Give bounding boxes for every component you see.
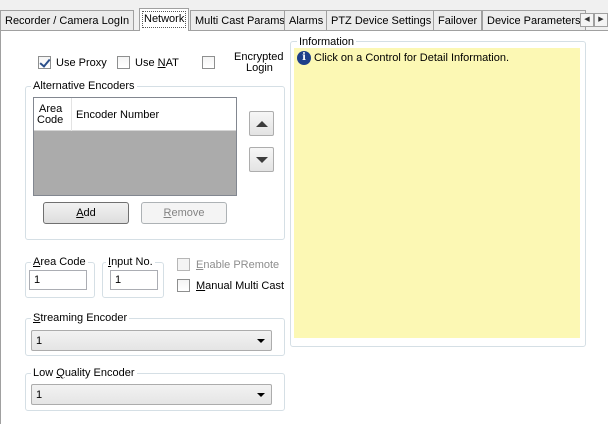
tab-ptz-device-settings[interactable]: PTZ Device Settings (326, 10, 437, 30)
chevron-right-icon: ▶ (598, 16, 604, 23)
input-no-legend: Input No. (106, 256, 155, 268)
arrow-down-icon (256, 157, 268, 163)
alternative-encoders-legend: Alternative Encoders (31, 80, 137, 92)
use-proxy-label: Use Proxy (56, 57, 107, 69)
tab-scroll-left-button[interactable]: ◀ (580, 13, 594, 27)
low-quality-encoder-legend: Low Quality Encoder (31, 367, 137, 379)
use-nat-label: Use NAT (135, 57, 179, 69)
enable-premote-label: Enable PRemote (196, 259, 280, 271)
remove-button[interactable]: Remove (141, 202, 227, 224)
enable-premote-checkbox[interactable] (177, 258, 190, 271)
encrypted-login-checkbox[interactable] (202, 56, 215, 69)
information-area: i Click on a Control for Detail Informat… (294, 48, 580, 338)
area-code-legend: Area Code (31, 256, 88, 268)
area-code-input[interactable]: 1 (29, 270, 87, 290)
use-nat-checkbox[interactable] (117, 56, 130, 69)
dropdown-arrow-icon (257, 339, 265, 343)
tab-scroll-right-button[interactable]: ▶ (594, 13, 608, 27)
streaming-encoder-select[interactable]: 1 (31, 330, 272, 351)
streaming-encoder-legend: Streaming Encoder (31, 312, 130, 324)
information-text: Click on a Control for Detail Informatio… (314, 52, 510, 64)
move-down-button[interactable] (249, 147, 274, 172)
column-separator[interactable] (71, 98, 72, 131)
tab-failover[interactable]: Failover (433, 10, 483, 30)
tab-strip: Recorder / Camera LogIn Network Multi Ca… (0, 0, 608, 31)
column-area-code-line2[interactable]: Code (37, 114, 63, 126)
alternative-encoders-list[interactable]: Area Code Encoder Number (33, 97, 237, 196)
manual-multicast-label: Manual Multi Cast (196, 280, 285, 292)
tab-alarms[interactable]: Alarms (284, 10, 329, 30)
arrow-up-icon (256, 121, 268, 127)
tab-multi-cast-params[interactable]: Multi Cast Params (190, 10, 290, 30)
info-icon: i (297, 51, 311, 65)
manual-multicast-checkbox[interactable] (177, 279, 190, 292)
add-button[interactable]: Add (43, 202, 129, 224)
column-encoder-number[interactable]: Encoder Number (76, 109, 159, 121)
move-up-button[interactable] (249, 111, 274, 136)
tab-recorder-camera-login[interactable]: Recorder / Camera LogIn (0, 10, 135, 30)
information-legend: Information (297, 36, 357, 48)
tab-device-parameters[interactable]: Device Parameters (482, 10, 586, 30)
dropdown-arrow-icon (257, 393, 265, 397)
input-no-input[interactable]: 1 (110, 270, 158, 290)
use-proxy-checkbox[interactable] (38, 56, 51, 69)
low-quality-encoder-select[interactable]: 1 (31, 384, 272, 405)
streaming-encoder-value: 1 (36, 335, 43, 347)
tab-network[interactable]: Network (139, 8, 190, 31)
chevron-left-icon: ◀ (584, 16, 590, 23)
encrypted-login-label-line2: Login (246, 62, 273, 74)
list-header: Area Code Encoder Number (34, 98, 236, 131)
low-quality-encoder-value: 1 (36, 389, 43, 401)
